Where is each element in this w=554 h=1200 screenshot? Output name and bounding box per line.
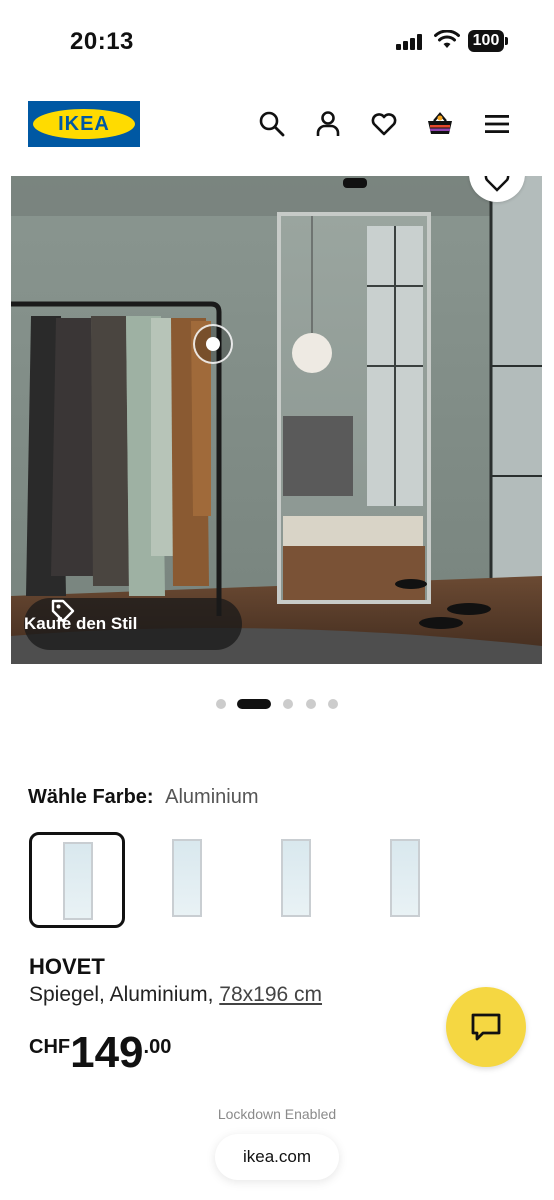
color-swatch[interactable] xyxy=(250,832,346,928)
account-icon[interactable] xyxy=(314,110,342,138)
mirror-thumbnail xyxy=(172,839,202,917)
product-description-text: Spiegel, Aluminium, xyxy=(29,983,214,1006)
logo-text: IKEA xyxy=(33,109,135,139)
carousel-dot[interactable] xyxy=(216,699,226,709)
signal-icon xyxy=(396,34,424,50)
wifi-icon xyxy=(434,30,460,48)
product-image-carousel[interactable]: Kaufe den Stil xyxy=(11,176,542,664)
color-swatch[interactable] xyxy=(141,832,237,928)
color-swatch-selected[interactable] xyxy=(29,832,125,928)
status-bar: 20:13 100 xyxy=(0,0,554,84)
mirror-thumbnail xyxy=(63,842,93,920)
chat-icon xyxy=(471,1013,501,1041)
address-bar[interactable]: ikea.com xyxy=(215,1134,339,1180)
chat-button[interactable] xyxy=(446,987,526,1067)
product-price: CHF149.00 xyxy=(29,1028,171,1078)
price-decimals: .00 xyxy=(143,1036,172,1058)
room-scene-image xyxy=(11,176,542,664)
search-icon[interactable] xyxy=(258,110,286,138)
menu-icon[interactable] xyxy=(483,110,511,138)
carousel-dot-active[interactable] xyxy=(237,699,271,709)
ikea-logo[interactable]: IKEA xyxy=(28,101,140,147)
product-size-link[interactable]: 78x196 cm xyxy=(219,983,322,1006)
basket-icon[interactable] xyxy=(426,110,454,138)
color-selected-value: Aluminium xyxy=(165,786,259,808)
carousel-dot[interactable] xyxy=(283,699,293,709)
mirror-thumbnail xyxy=(281,839,311,917)
carousel-indicator xyxy=(0,698,554,710)
site-header: IKEA xyxy=(0,96,554,152)
save-favourite-button[interactable] xyxy=(469,176,525,202)
color-swatch[interactable] xyxy=(359,832,455,928)
shop-the-look-label: Kaufe den Stil xyxy=(24,614,138,633)
carousel-dot[interactable] xyxy=(328,699,338,709)
battery-icon: 100 xyxy=(468,30,504,52)
shop-the-look-button[interactable]: Kaufe den Stil xyxy=(24,598,242,650)
product-description: Spiegel, Aluminium, 78x196 cm xyxy=(29,983,322,1007)
battery-tip xyxy=(505,37,508,45)
color-chooser-label: Wähle Farbe: Aluminium xyxy=(28,786,259,809)
heart-icon xyxy=(484,176,510,192)
status-time: 20:13 xyxy=(70,28,134,55)
carousel-dot[interactable] xyxy=(306,699,316,709)
mirror-thumbnail xyxy=(390,839,420,917)
color-label-title: Wähle Farbe: xyxy=(28,786,154,808)
price-currency: CHF xyxy=(29,1036,71,1058)
address-url: ikea.com xyxy=(242,1147,312,1166)
product-hotspot[interactable] xyxy=(193,324,233,364)
price-tag-icon xyxy=(51,599,75,623)
price-integer: 149 xyxy=(70,1028,144,1077)
lockdown-notice: Lockdown Enabled xyxy=(217,1106,337,1122)
heart-icon[interactable] xyxy=(370,110,398,138)
product-name: HOVET xyxy=(29,954,105,979)
